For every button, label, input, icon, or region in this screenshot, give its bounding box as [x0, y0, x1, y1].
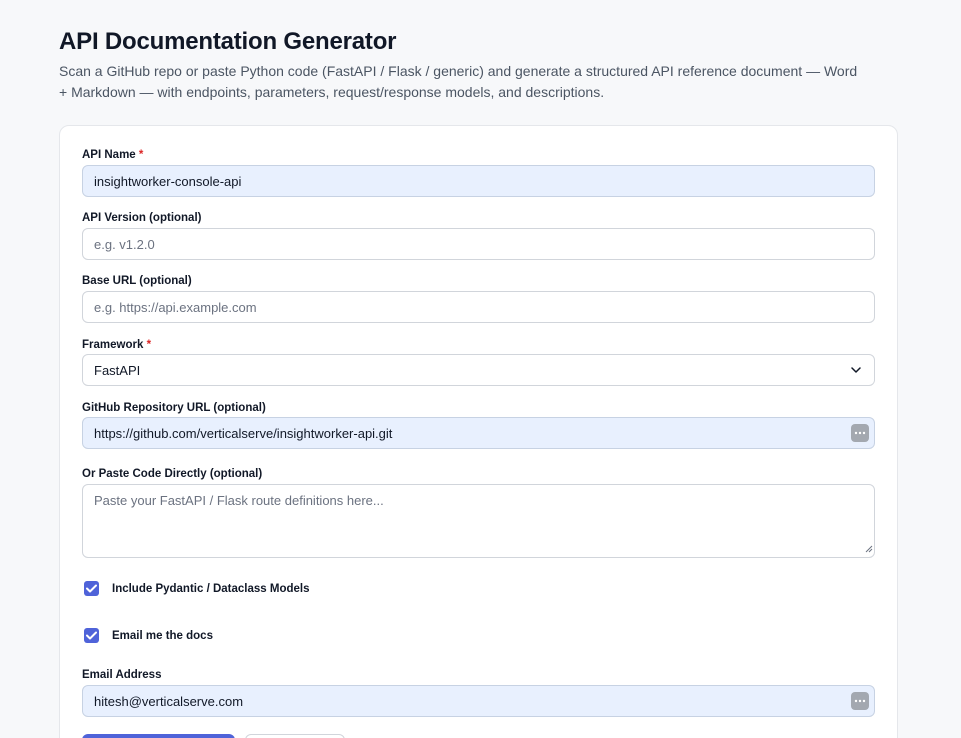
- email-address-value: hitesh@verticalserve.com: [94, 693, 244, 709]
- reset-button[interactable]: [245, 734, 345, 738]
- api-version-label: API Version (optional): [82, 212, 202, 224]
- github-url-input[interactable]: https://github.com/verticalserve/insight…: [82, 417, 875, 449]
- paste-code-placeholder: Paste your FastAPI / Flask route definit…: [94, 493, 384, 508]
- page-title: API Documentation Generator: [59, 28, 397, 55]
- required-mark: *: [146, 339, 152, 351]
- email-me-label[interactable]: Email me the docs: [112, 630, 213, 642]
- checkmark-icon: [86, 631, 97, 640]
- base-url-label: Base URL (optional): [82, 275, 192, 287]
- email-address-input[interactable]: hitesh@verticalserve.com: [82, 685, 875, 717]
- github-url-value: https://github.com/verticalserve/insight…: [94, 425, 393, 441]
- email-address-label: Email Address: [82, 669, 162, 681]
- more-dots-icon[interactable]: [851, 424, 869, 442]
- framework-label: Framework *: [82, 339, 152, 351]
- base-url-input[interactable]: e.g. https://api.example.com: [82, 291, 875, 323]
- framework-select[interactable]: FastAPI: [82, 354, 875, 386]
- include-models-row: Include Pydantic / Dataclass Models: [84, 581, 309, 596]
- page-description: Scan a GitHub repo or paste Python code …: [59, 63, 858, 100]
- include-models-checkbox[interactable]: [84, 581, 99, 596]
- checkmark-icon: [86, 584, 97, 593]
- github-url-label: GitHub Repository URL (optional): [82, 402, 266, 414]
- required-mark: *: [138, 149, 144, 161]
- email-me-row: Email me the docs: [84, 628, 213, 643]
- api-name-value: insightworker-console-api: [94, 173, 242, 189]
- paste-code-label: Or Paste Code Directly (optional): [82, 468, 263, 480]
- base-url-placeholder: e.g. https://api.example.com: [94, 299, 257, 315]
- framework-selected-value: FastAPI: [94, 362, 141, 378]
- api-name-label: API Name *: [82, 149, 144, 161]
- form-card: API Name * insightworker-console-api API…: [59, 125, 898, 738]
- generate-button[interactable]: [82, 734, 235, 738]
- api-version-placeholder: e.g. v1.2.0: [94, 236, 155, 252]
- more-dots-icon[interactable]: [851, 692, 869, 710]
- chevron-down-icon: [849, 363, 863, 377]
- resize-handle-icon[interactable]: [864, 541, 873, 556]
- paste-code-textarea[interactable]: Paste your FastAPI / Flask route definit…: [82, 484, 875, 558]
- include-models-label[interactable]: Include Pydantic / Dataclass Models: [112, 583, 309, 595]
- email-me-checkbox[interactable]: [84, 628, 99, 643]
- api-name-input[interactable]: insightworker-console-api: [82, 165, 875, 197]
- api-version-input[interactable]: e.g. v1.2.0: [82, 228, 875, 260]
